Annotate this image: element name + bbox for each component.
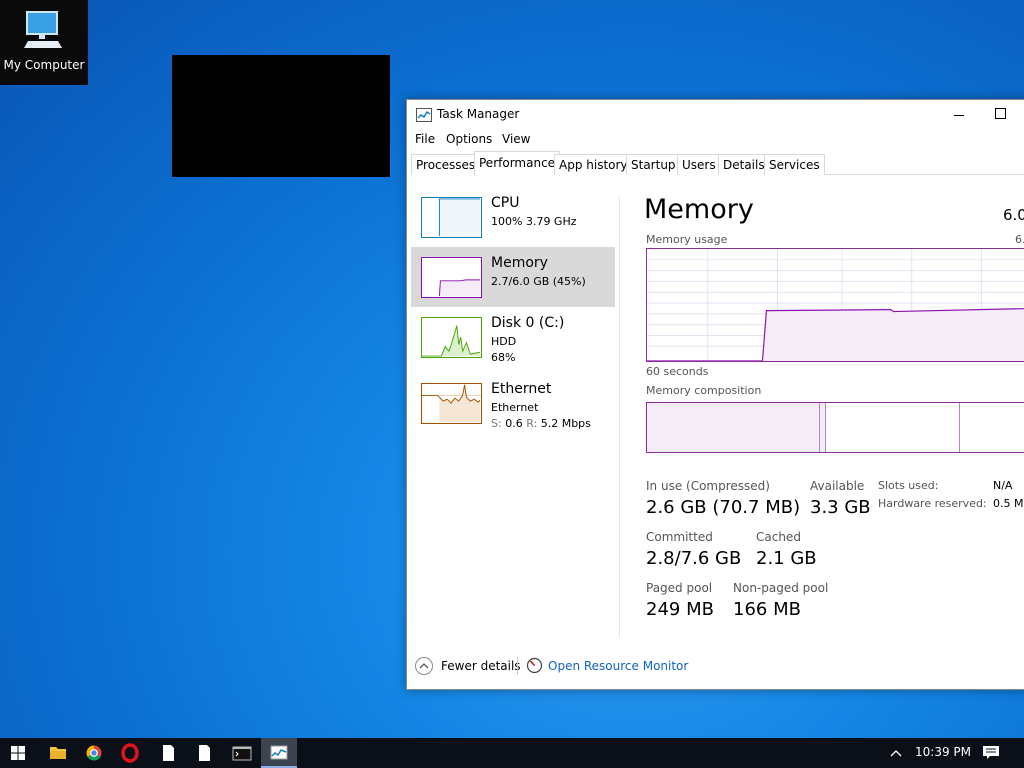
in-use-label: In use (Compressed) <box>646 479 770 493</box>
taskbar-document-2[interactable] <box>186 738 222 768</box>
receive-value: 5.2 Mbps <box>540 417 591 430</box>
sidebar-disk-type: HDD <box>491 335 517 348</box>
slots-used-value: N/A <box>993 479 1013 492</box>
maximize-button[interactable] <box>995 108 1006 119</box>
committed-value: 2.8/7.6 GB <box>646 548 742 569</box>
folder-icon <box>50 747 66 759</box>
non-paged-pool-label: Non-paged pool <box>733 581 829 595</box>
in-use-value: 2.6 GB (70.7 MB) <box>646 497 801 518</box>
command-prompt-icon <box>232 746 252 761</box>
sidebar-disk-detail: HDD 68% <box>491 334 516 366</box>
taskbar-file-explorer[interactable] <box>40 738 76 768</box>
taskbar-task-manager[interactable] <box>261 738 297 768</box>
opera-icon <box>121 743 139 763</box>
memory-usage-label: Memory usage <box>646 233 728 246</box>
available-value: 3.3 GB <box>810 497 871 518</box>
menu-view[interactable]: View <box>502 132 530 146</box>
memory-thumbnail-graph <box>421 257 482 298</box>
non-paged-pool-value: 166 MB <box>733 599 801 620</box>
time-span-label: 60 seconds <box>646 365 709 378</box>
footer-divider <box>517 657 518 675</box>
redacted-region <box>172 55 390 177</box>
sidebar-ethernet-name: Ethernet <box>491 381 552 397</box>
memory-composition-label: Memory composition <box>646 384 762 397</box>
committed-label: Committed <box>646 530 713 544</box>
slots-used-label: Slots used: <box>878 479 939 492</box>
sidebar-divider <box>619 197 620 637</box>
available-label: Available <box>810 479 865 493</box>
window-title: Task Manager <box>437 107 520 121</box>
memory-heading: Memory <box>644 194 754 225</box>
cached-value: 2.1 GB <box>756 548 817 569</box>
document-icon <box>163 745 174 761</box>
sidebar-item-memory[interactable]: Memory 2.7/6.0 GB (45%) <box>411 247 615 307</box>
standby-segment[interactable] <box>826 403 960 452</box>
document-icon <box>199 745 210 761</box>
tab-performance[interactable]: Performance <box>474 151 561 176</box>
my-computer-desktop-icon[interactable]: My Computer <box>0 0 88 85</box>
minimize-button[interactable] <box>950 106 968 124</box>
sidebar-cpu-name: CPU <box>491 195 520 211</box>
receive-label: R: <box>526 417 538 430</box>
tab-services[interactable]: Services <box>764 154 825 175</box>
sidebar-item-cpu[interactable]: CPU 100% 3.79 GHz <box>411 187 615 247</box>
fewer-details-button[interactable]: Fewer details <box>441 659 521 673</box>
task-manager-icon <box>270 745 288 760</box>
free-segment[interactable] <box>960 403 1024 452</box>
taskbar-chrome[interactable] <box>76 738 112 768</box>
taskbar-document-1[interactable] <box>150 738 186 768</box>
tab-details[interactable]: Details <box>718 154 770 175</box>
cached-label: Cached <box>756 530 801 544</box>
chevron-up-icon[interactable] <box>415 657 433 675</box>
memory-usage-graph <box>646 248 1024 362</box>
taskbar-command-prompt[interactable] <box>224 738 260 768</box>
resource-monitor-icon <box>526 657 543 674</box>
send-label: S: <box>491 417 502 430</box>
tab-app-history[interactable]: App history <box>554 154 633 175</box>
clock[interactable]: 10:39 PM <box>915 745 971 759</box>
computer-icon <box>24 11 62 48</box>
sidebar-cpu-detail: 100% 3.79 GHz <box>491 215 577 228</box>
paged-pool-label: Paged pool <box>646 581 713 595</box>
taskbar: 10:39 PM <box>0 738 1024 768</box>
sidebar-memory-detail: 2.7/6.0 GB (45%) <box>491 275 586 288</box>
hardware-reserved-value: 0.5 MB <box>993 497 1024 510</box>
memory-composition-bar <box>646 402 1024 453</box>
task-manager-icon <box>416 108 432 122</box>
sidebar-ethernet-detail: Ethernet S: 0.6 R: 5.2 Mbps <box>491 400 591 432</box>
ethernet-thumbnail-graph <box>421 383 482 424</box>
disk-thumbnail-graph <box>421 317 482 358</box>
memory-total: 6.0 <box>1003 206 1024 224</box>
sidebar-ethernet-throughput: S: 0.6 R: 5.2 Mbps <box>491 416 591 432</box>
start-button[interactable] <box>0 738 36 768</box>
sidebar-memory-name: Memory <box>491 255 548 271</box>
paged-pool-value: 249 MB <box>646 599 714 620</box>
sidebar-item-disk[interactable]: Disk 0 (C:) HDD 68% <box>411 307 615 367</box>
menu-file[interactable]: File <box>415 132 435 146</box>
hardware-reserved-label: Hardware reserved: <box>878 497 987 510</box>
in-use-segment[interactable] <box>647 403 820 452</box>
action-center-icon[interactable] <box>982 745 1000 761</box>
tab-users[interactable]: Users <box>677 154 721 175</box>
memory-usage-max: 6. <box>1015 233 1024 246</box>
tab-processes[interactable]: Processes <box>411 154 481 175</box>
windows-logo-icon <box>11 746 25 760</box>
send-value: 0.6 <box>505 417 523 430</box>
task-manager-window: Task Manager File Options View Processes… <box>406 99 1024 690</box>
menu-options[interactable]: Options <box>446 132 492 146</box>
tab-startup[interactable]: Startup <box>626 154 681 175</box>
sidebar-ethernet-adapter: Ethernet <box>491 401 539 414</box>
my-computer-label: My Computer <box>3 58 85 72</box>
title-bar[interactable]: Task Manager <box>407 100 1024 128</box>
cpu-thumbnail-graph <box>421 197 482 238</box>
sidebar-disk-name: Disk 0 (C:) <box>491 315 565 331</box>
sidebar-disk-usage: 68% <box>491 351 516 364</box>
sidebar-item-ethernet[interactable]: Ethernet Ethernet S: 0.6 R: 5.2 Mbps <box>411 373 615 433</box>
chevron-up-icon[interactable] <box>889 747 903 759</box>
tab-strip: Processes Performance App history Startu… <box>411 151 1024 176</box>
taskbar-opera[interactable] <box>112 738 148 768</box>
chrome-icon <box>86 745 102 761</box>
open-resource-monitor-link[interactable]: Open Resource Monitor <box>548 659 688 673</box>
